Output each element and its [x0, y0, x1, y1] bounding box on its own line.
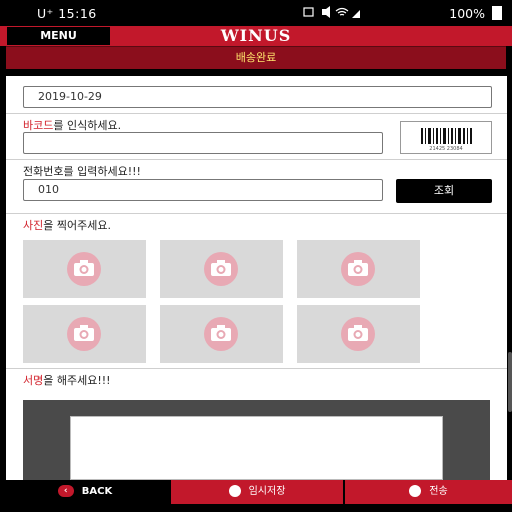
barcode-label-highlight: 바코드: [23, 119, 54, 132]
photo-slot-2[interactable]: [160, 240, 283, 298]
back-arrow-icon: ‹: [57, 485, 74, 497]
phone-input[interactable]: 010: [23, 179, 383, 201]
phone-label: 전화번호를 입력하세요!!!: [23, 165, 141, 178]
camera-icon: [341, 317, 375, 351]
send-label: 전송: [429, 486, 448, 497]
camera-icon: [204, 317, 238, 351]
date-field[interactable]: 2019-10-29: [23, 86, 492, 108]
divider: [6, 213, 507, 214]
photo-slot-3[interactable]: [297, 240, 420, 298]
camera-icon: [67, 317, 101, 351]
signature-label-highlight: 서명: [23, 374, 44, 387]
back-label: BACK: [81, 486, 113, 497]
search-button[interactable]: 조회: [396, 179, 492, 203]
send-icon: [409, 485, 422, 497]
divider: [6, 159, 507, 160]
send-button[interactable]: 전송: [345, 480, 512, 504]
barcode-input[interactable]: [23, 132, 383, 154]
carrier-time: U⁺ 15:16: [37, 6, 97, 21]
barcode-scan-button[interactable]: 21425 23084: [400, 121, 492, 154]
signature-label: 서명을 해주세요!!!: [23, 372, 111, 388]
wifi-icon: [335, 7, 349, 16]
status-bar: U⁺ 15:16 100%: [0, 0, 512, 26]
camera-icon: [67, 252, 101, 286]
divider: [6, 113, 507, 114]
barcode-number: 21425 23084: [429, 146, 462, 152]
status-icons-group: [303, 6, 360, 18]
photo-slot-1[interactable]: [23, 240, 146, 298]
photo-label-highlight: 사진: [23, 219, 44, 232]
photo-slot-4[interactable]: [23, 305, 146, 363]
battery-indicator: 100%: [449, 6, 502, 21]
barcode-label: 바코드를 인식하세요.: [23, 117, 121, 133]
signature-pad[interactable]: [70, 416, 443, 480]
menu-button[interactable]: MENU: [7, 27, 110, 45]
signal-icon: [352, 10, 360, 18]
mute-icon: [322, 6, 330, 18]
photo-label-rest: 을 찍어주세요.: [43, 219, 111, 232]
photo-slot-5[interactable]: [160, 305, 283, 363]
camera-icon: [341, 252, 375, 286]
battery-icon: [492, 6, 502, 20]
temp-save-label: 임시저장: [248, 486, 286, 497]
divider: [6, 368, 507, 369]
page-subtitle: 배송완료: [6, 46, 506, 69]
camera-icon: [204, 252, 238, 286]
battery-percent: 100%: [449, 6, 486, 21]
image-icon: [303, 7, 314, 17]
barcode-label-rest: 를 인식하세요.: [53, 119, 122, 132]
scrollbar[interactable]: [508, 352, 512, 412]
temp-save-button[interactable]: 임시저장: [171, 480, 343, 504]
photo-label: 사진을 찍어주세요.: [23, 217, 111, 233]
barcode-icon: 21425 23084: [421, 128, 472, 152]
back-button[interactable]: ‹ BACK: [0, 480, 170, 504]
photo-slot-6[interactable]: [297, 305, 420, 363]
signature-label-rest: 을 해주세요!!!: [43, 374, 111, 387]
status-icons: [302, 6, 362, 21]
pen-icon: [228, 485, 241, 497]
